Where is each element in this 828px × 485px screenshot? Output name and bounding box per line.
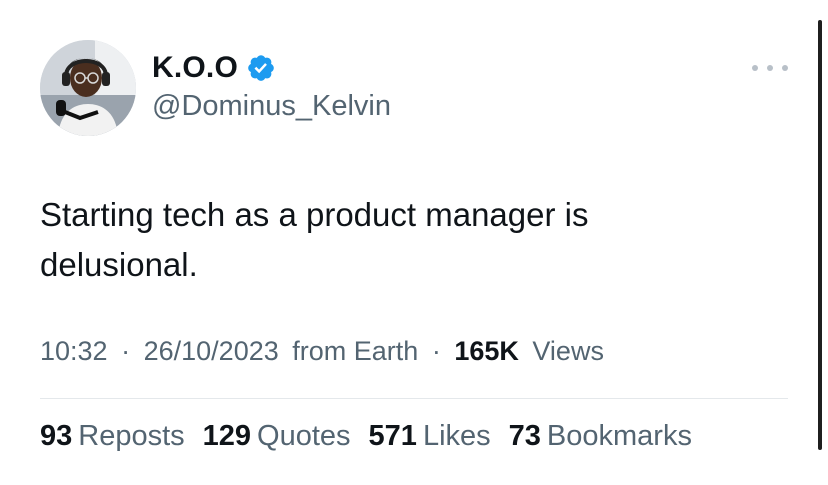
meta-separator: · — [431, 336, 441, 366]
tweet-date[interactable]: 26/10/2023 — [144, 336, 279, 366]
tweet-text-line: Starting tech as a product manager is — [40, 196, 589, 233]
stat-label: Reposts — [78, 420, 185, 452]
meta-separator: · — [121, 336, 131, 366]
author-name-row: K.O.O — [152, 48, 276, 88]
tweet-source: from Earth — [292, 336, 419, 366]
views-label: Views — [532, 336, 604, 366]
author-handle[interactable]: @Dominus_Kelvin — [152, 90, 391, 123]
stat-label: Quotes — [257, 420, 351, 452]
stat-count: 93 — [40, 420, 73, 452]
stat-likes[interactable]: 571 Likes — [369, 420, 491, 453]
views-count: 165K — [454, 336, 519, 366]
stat-count: 571 — [368, 420, 417, 452]
stat-label: Bookmarks — [546, 420, 692, 452]
avatar-image — [40, 40, 136, 136]
more-horizontal-icon — [782, 65, 788, 71]
tweet-card: K.O.O @Dominus_Kelvin Starting tech as a… — [0, 0, 828, 485]
window-edge — [818, 20, 822, 450]
stat-quotes[interactable]: 129 Quotes — [203, 420, 351, 453]
author-display-name[interactable]: K.O.O — [152, 51, 238, 85]
more-options-button[interactable] — [752, 56, 788, 80]
stat-label: Likes — [422, 420, 491, 452]
tweet-text-line: delusional. — [40, 246, 198, 283]
avatar[interactable] — [40, 40, 136, 136]
stat-count: 129 — [202, 420, 252, 452]
more-horizontal-icon — [767, 65, 773, 71]
stat-count: 73 — [508, 420, 541, 452]
verified-badge-icon — [246, 53, 276, 83]
divider — [40, 398, 788, 399]
tweet-meta: 10:32 · 26/10/2023 from Earth · 165K Vie… — [40, 336, 604, 367]
tweet-time[interactable]: 10:32 — [40, 336, 108, 366]
tweet-text: Starting tech as a product manager is de… — [40, 190, 760, 290]
stat-reposts[interactable]: 93 Reposts — [40, 420, 185, 453]
stat-bookmarks[interactable]: 73 Bookmarks — [509, 420, 692, 453]
tweet-stats: 93 Reposts 129 Quotes 571 Likes 73 Bookmarks — [40, 420, 710, 453]
more-horizontal-icon — [752, 65, 758, 71]
